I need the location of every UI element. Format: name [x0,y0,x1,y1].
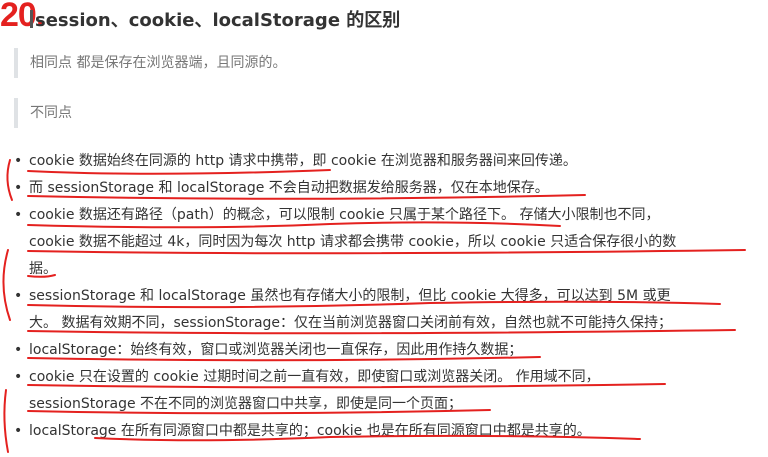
blockquote-text: 不同点 [30,105,72,121]
differences-list: • cookie 数据始终在同源的 http 请求中携带，即 cookie 在浏… [12,148,752,445]
list-item-text: cookie 数据还有路径（path）的概念，可以限制 cookie 只属于某个… [29,207,660,223]
bullet-icon: • [14,180,23,196]
margin-stroke [3,389,9,453]
blockquote-text: 相同点 都是保存在浏览器端，且同源的。 [30,55,287,71]
list-item-text: localStorage：始终有效，窗口或浏览器关闭也一直保存，因此用作持久数据… [29,342,523,358]
bullet-icon: • [14,153,23,169]
list-item: • localStorage：始终有效，窗口或浏览器关闭也一直保存，因此用作持久… [12,337,752,364]
margin-stroke [2,249,11,321]
list-item-text: 而 sessionStorage 和 localStorage 不会自动把数据发… [29,180,549,196]
list-item: • localStorage 在所有同源窗口中都是共享的；cookie 也是在所… [12,418,752,445]
bullet-icon: • [14,207,23,223]
bullet-icon: • [14,288,23,304]
list-item: • sessionStorage 和 localStorage 虽然也有存储大小… [12,283,752,337]
list-item-text: cookie 只在设置的 cookie 过期时间之前一直有效，即使窗口或浏览器关… [29,369,600,385]
list-item-text: localStorage 在所有同源窗口中都是共享的；cookie 也是在所有同… [29,423,591,439]
list-item: • cookie 数据还有路径（path）的概念，可以限制 cookie 只属于… [12,202,752,283]
list-item: • cookie 只在设置的 cookie 过期时间之前一直有效，即使窗口或浏览… [12,364,752,418]
section-title: session、cookie、localStorage 的区别 [35,10,401,31]
blockquote-differences: 不同点 [14,98,72,128]
bullet-icon: • [14,342,23,358]
list-item-text: cookie 数据始终在同源的 http 请求中携带，即 cookie 在浏览器… [29,153,577,169]
list-item: • 而 sessionStorage 和 localStorage 不会自动把数… [12,175,752,202]
list-item-text: 据。 [29,261,57,277]
bullet-icon: • [14,369,23,385]
list-item-text: cookie 数据不能超过 4k，同时因为每次 http 请求都会携带 cook… [29,234,677,250]
list-item-text: 大。 数据有效期不同，sessionStorage：仅在当前浏览器窗口关闭前有效… [29,315,673,331]
blockquote-similarities: 相同点 都是保存在浏览器端，且同源的。 [14,48,286,78]
list-item: • cookie 数据始终在同源的 http 请求中携带，即 cookie 在浏… [12,148,752,175]
list-item-text: sessionStorage 和 localStorage 虽然也有存储大小的限… [29,288,671,304]
bullet-icon: • [14,423,23,439]
list-item-text: sessionStorage 不在不同的浏览器窗口中共享，即使是同一个页面； [29,396,463,412]
title-marker [30,10,33,28]
